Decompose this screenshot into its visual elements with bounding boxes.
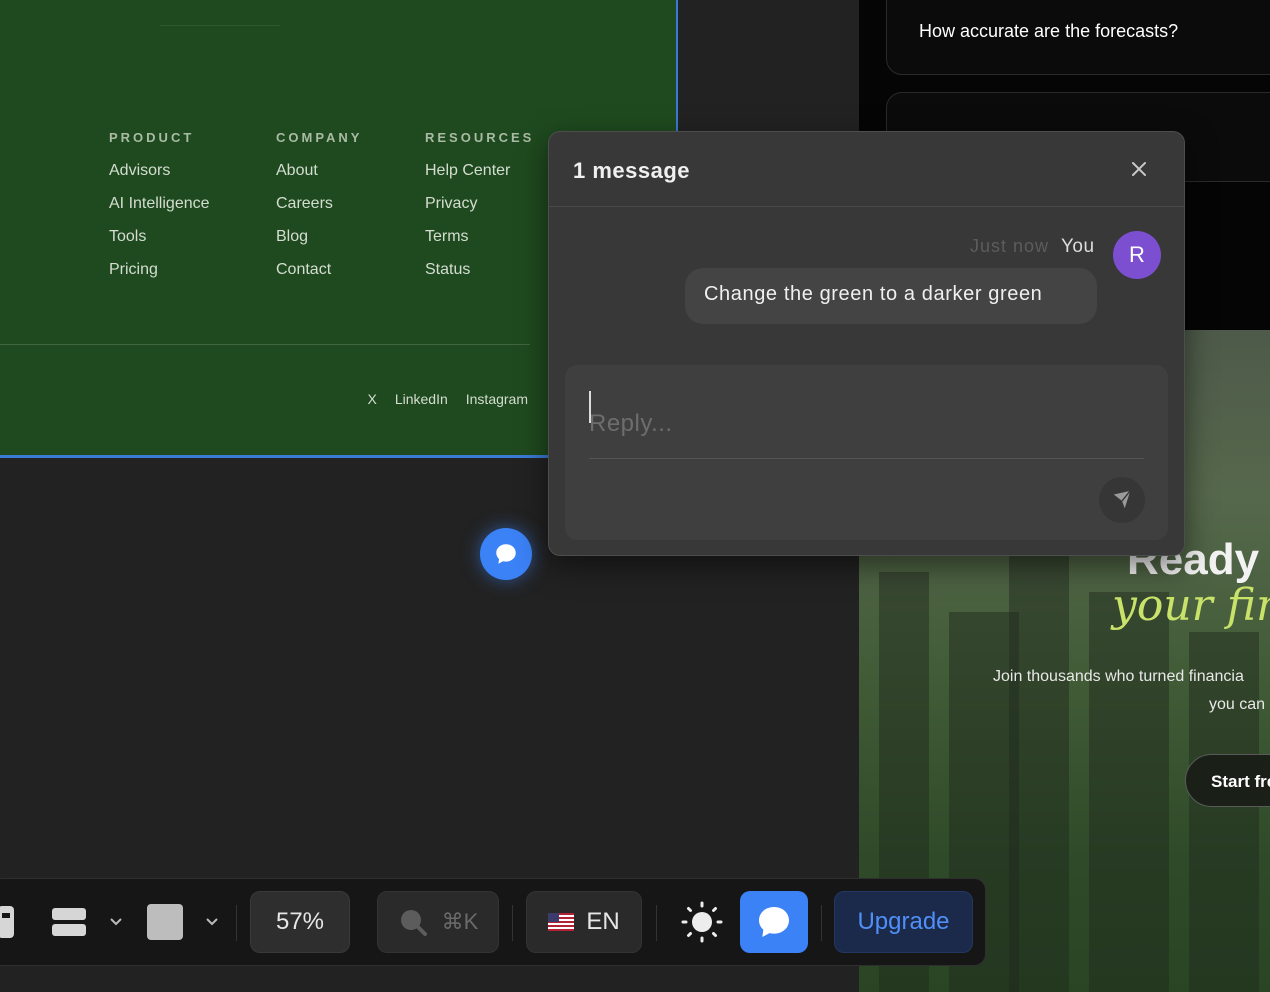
- footer-link-pricing[interactable]: Pricing: [109, 260, 210, 279]
- reply-box: [565, 365, 1168, 540]
- faq-question: How accurate are the forecasts?: [919, 21, 1179, 41]
- faq-item[interactable]: How accurate are the forecasts?: [886, 0, 1270, 75]
- us-flag-icon: [548, 913, 575, 931]
- chat-icon: [759, 907, 789, 937]
- cursor-tool-icon[interactable]: [0, 891, 17, 953]
- footer-column-company: COMPANY About Careers Blog Contact: [276, 130, 362, 293]
- faint-divider: [160, 20, 280, 26]
- chevron-down-icon[interactable]: [201, 891, 223, 953]
- toolbar-separator: [656, 905, 657, 941]
- popover-title: 1 message: [573, 158, 691, 183]
- toolbar-separator: [236, 905, 237, 941]
- column-heading: COMPANY: [276, 130, 363, 145]
- social-link-instagram[interactable]: Instagram: [466, 391, 528, 407]
- app-canvas: PRODUCT Advisors AI Intelligence Tools P…: [0, 0, 1270, 992]
- toolbar-separator: [512, 905, 513, 941]
- chevron-down-icon[interactable]: [105, 891, 127, 953]
- avatar: R: [1113, 231, 1161, 279]
- footer-link-about[interactable]: About: [276, 161, 362, 180]
- theme-toggle[interactable]: [679, 891, 725, 953]
- comments-button[interactable]: [740, 891, 808, 953]
- message-timestamp: Just now: [970, 236, 1050, 256]
- footer-link-help-center[interactable]: Help Center: [425, 161, 534, 180]
- footer-column-resources: RESOURCES Help Center Privacy Terms Stat…: [425, 130, 534, 293]
- language-selector[interactable]: EN: [526, 891, 642, 953]
- search-icon: [400, 910, 427, 936]
- hero-subtitle-line2: you can: [1209, 696, 1266, 713]
- search-button[interactable]: ⌘K: [377, 891, 499, 953]
- close-icon[interactable]: [1128, 158, 1150, 180]
- footer-link-advisors[interactable]: Advisors: [109, 161, 210, 180]
- popover-divider: [549, 206, 1184, 207]
- footer-link-status[interactable]: Status: [425, 260, 534, 279]
- footer-column-product: PRODUCT Advisors AI Intelligence Tools P…: [109, 130, 210, 293]
- social-link-x[interactable]: X: [367, 391, 376, 407]
- text-caret: [589, 391, 591, 423]
- social-links: X LinkedIn Instagram: [367, 391, 528, 407]
- footer-link-terms[interactable]: Terms: [425, 227, 534, 246]
- footer-link-careers[interactable]: Careers: [276, 194, 362, 213]
- send-button[interactable]: [1099, 477, 1145, 523]
- frame-shape-icon[interactable]: [145, 891, 185, 953]
- hero-subtitle: Join thousands who turned financia: [993, 668, 1244, 685]
- language-label: EN: [586, 908, 620, 935]
- toolbar-separator: [821, 905, 822, 941]
- layout-rows-icon[interactable]: [49, 891, 89, 953]
- send-icon: [1113, 490, 1131, 509]
- footer-link-ai-intelligence[interactable]: AI Intelligence: [109, 194, 210, 213]
- search-shortcut: ⌘K: [441, 909, 479, 934]
- footer-link-tools[interactable]: Tools: [109, 227, 210, 246]
- message-popover: 1 message Just now You R Change the gree…: [548, 131, 1185, 556]
- footer-divider: [0, 344, 530, 345]
- reply-input[interactable]: [589, 389, 1144, 459]
- bottom-toolbar: 57% ⌘K EN Upgrade: [0, 878, 986, 966]
- upgrade-button[interactable]: Upgrade: [834, 891, 973, 953]
- footer-link-privacy[interactable]: Privacy: [425, 194, 534, 213]
- hero-italic-title: your fin: [1112, 580, 1270, 631]
- hero-cta-button[interactable]: Start fre: [1185, 754, 1270, 807]
- comment-pin[interactable]: [480, 528, 532, 580]
- footer-link-contact[interactable]: Contact: [276, 260, 362, 279]
- message-bubble: Change the green to a darker green: [685, 268, 1097, 324]
- social-link-linkedin[interactable]: LinkedIn: [395, 391, 448, 407]
- zoom-level[interactable]: 57%: [250, 891, 350, 953]
- sun-icon: [681, 901, 723, 943]
- chat-icon: [496, 544, 516, 564]
- message-author: You: [1061, 236, 1095, 257]
- footer-link-blog[interactable]: Blog: [276, 227, 362, 246]
- column-heading: PRODUCT: [109, 130, 195, 145]
- column-heading: RESOURCES: [425, 130, 535, 145]
